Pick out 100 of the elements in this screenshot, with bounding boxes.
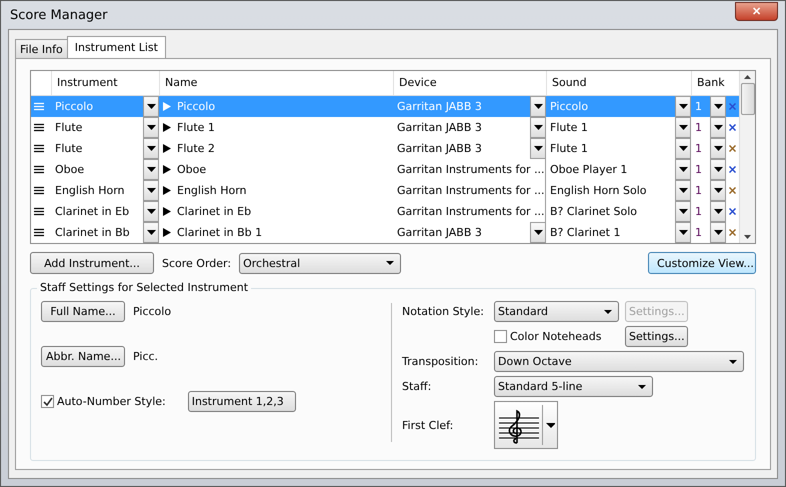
dropdown-button[interactable]: [675, 117, 691, 138]
dropdown-button[interactable]: [710, 159, 726, 180]
caret-icon: [678, 104, 688, 109]
delete-icon[interactable]: [728, 166, 736, 173]
caret-icon: [678, 146, 688, 151]
dropdown-button[interactable]: [675, 159, 691, 180]
table-cell-text: 1: [695, 121, 703, 134]
caret-icon: [604, 310, 612, 314]
table-cell-text: Garritan JABB 3: [397, 100, 483, 113]
caret-icon: [146, 230, 156, 235]
table-cell-text: Flute: [55, 121, 84, 134]
delete-icon[interactable]: [728, 124, 736, 131]
dropdown-button[interactable]: [143, 201, 159, 222]
full-name-text: Piccolo: [133, 305, 172, 318]
table-cell-text: Flute 1: [177, 121, 216, 134]
dropdown-button[interactable]: [143, 96, 159, 117]
caret-icon: [386, 261, 394, 265]
dropdown-button[interactable]: [143, 117, 159, 138]
tab[interactable]: File Info: [15, 39, 68, 58]
scroll-thumb[interactable]: [740, 83, 754, 115]
scroll-down-icon[interactable]: [744, 235, 751, 239]
dropdown-button[interactable]: [143, 159, 159, 180]
dropdown-button[interactable]: [710, 138, 726, 159]
caret-icon: [534, 125, 542, 130]
column-header[interactable]: Device: [393, 71, 546, 95]
table-cell-text: Garritan JABB 3: [397, 142, 483, 155]
clef-dropdown[interactable]: [494, 401, 558, 449]
transposition-dropdown[interactable]: Down Octave: [494, 351, 744, 372]
table-cell: Garritan Instruments for ...: [397, 184, 545, 197]
dropdown-button[interactable]: [710, 222, 726, 243]
drag-handle-icon[interactable]: [34, 186, 44, 195]
play-icon[interactable]: [163, 228, 171, 237]
caret-icon: [146, 104, 156, 109]
dropdown-button[interactable]: [675, 138, 691, 159]
dropdown-button[interactable]: [710, 180, 726, 201]
play-icon[interactable]: [163, 186, 171, 195]
dropdown-button[interactable]: [710, 117, 726, 138]
dropdown-button[interactable]: [710, 201, 726, 222]
settings-button[interactable]: Settings...: [625, 326, 688, 347]
drag-handle-icon[interactable]: [34, 165, 44, 174]
dropdown-button[interactable]: [675, 96, 691, 117]
dropdown-button[interactable]: [675, 222, 691, 243]
tab[interactable]: Instrument List: [66, 36, 166, 58]
add-instrument-button[interactable]: Add Instrument...: [30, 252, 154, 274]
column-header[interactable]: Name: [159, 71, 393, 95]
table-cell: Garritan Instruments for ...: [397, 205, 545, 218]
group-title: Staff Settings for Selected Instrument: [37, 281, 252, 294]
table-cell: Garritan Instruments for ...: [397, 163, 545, 176]
caret-icon: [714, 230, 722, 235]
notation-style-dropdown[interactable]: Standard: [494, 301, 619, 322]
delete-icon[interactable]: [728, 145, 736, 152]
delete-icon[interactable]: [728, 208, 736, 215]
play-icon[interactable]: [163, 144, 171, 153]
table-cell-text: Flute 2: [177, 142, 216, 155]
full-name-button[interactable]: Full Name...: [41, 301, 125, 322]
caret-icon: [534, 230, 542, 235]
delete-icon[interactable]: [728, 229, 736, 236]
column-header[interactable]: Bank: [691, 71, 726, 95]
play-icon[interactable]: [163, 123, 171, 132]
caret-icon: [714, 125, 722, 130]
table-cell-text: Oboe: [55, 163, 86, 176]
table-cell-text: 1: [695, 163, 703, 176]
play-icon[interactable]: [163, 165, 171, 174]
dropdown-button[interactable]: [710, 96, 726, 117]
column-header[interactable]: Instrument: [51, 71, 159, 95]
dropdown-button[interactable]: [675, 201, 691, 222]
dropdown-button[interactable]: [530, 222, 546, 243]
dropdown-button[interactable]: [143, 180, 159, 201]
scroll-up-icon[interactable]: [744, 75, 751, 79]
drag-handle-icon[interactable]: [34, 228, 44, 237]
caret-icon: [546, 422, 555, 428]
table-cell-text: Clarinet in Eb: [55, 205, 130, 218]
dropdown-button[interactable]: [143, 138, 159, 159]
staff-dropdown[interactable]: Standard 5-line: [494, 376, 653, 397]
customize-view-button[interactable]: Customize View...: [648, 252, 756, 274]
dropdown-button[interactable]: [143, 222, 159, 243]
play-icon[interactable]: [163, 207, 171, 216]
drag-handle-icon[interactable]: [34, 123, 44, 132]
dropdown-button[interactable]: [675, 180, 691, 201]
caret-icon: [678, 167, 688, 172]
caret-icon: [534, 146, 542, 151]
score-order-dropdown[interactable]: Orchestral: [239, 252, 402, 274]
dropdown-button[interactable]: [530, 96, 546, 117]
color-noteheads-checkbox[interactable]: Color Noteheads: [494, 330, 619, 343]
drag-handle-icon[interactable]: [34, 207, 44, 216]
column-header[interactable]: Sound: [546, 71, 691, 95]
delete-icon[interactable]: [728, 187, 736, 194]
dropdown-button[interactable]: [530, 117, 546, 138]
scrollbar[interactable]: [739, 71, 755, 243]
auto-number-dropdown[interactable]: Instrument 1,2,3: [188, 391, 296, 412]
abbr-name-button[interactable]: Abbr. Name...: [41, 346, 125, 367]
caret-icon: [146, 167, 156, 172]
auto-number-checkbox[interactable]: Auto-Number Style:: [41, 395, 166, 408]
table-cell-text: Flute: [55, 142, 84, 155]
table-cell-text: Piccolo: [177, 100, 216, 113]
drag-handle-icon[interactable]: [34, 144, 44, 153]
dropdown-button[interactable]: [530, 138, 546, 159]
table-cell-text: English Horn: [177, 184, 248, 197]
table-cell-text: Garritan JABB 3: [397, 226, 483, 239]
table-cell-text: 1: [695, 205, 703, 218]
